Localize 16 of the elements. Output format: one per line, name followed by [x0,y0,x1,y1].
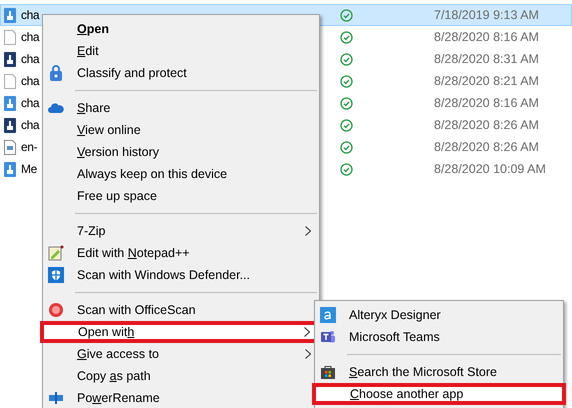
date-modified: 8/28/2020 8:16 AM [434,94,539,112]
date-modified: 8/28/2020 8:21 AM [434,72,539,90]
date-modified: 8/28/2020 10:09 AM [434,160,546,178]
date-modified: 8/28/2020 8:31 AM [434,50,539,68]
file-name: cha [21,73,40,90]
file-name: cha [21,117,40,134]
date-modified: 8/28/2020 8:26 AM [434,116,539,134]
file-name: cha [21,95,40,112]
file-name: en- [21,139,38,156]
date-modified: 7/18/2019 9:13 AM [434,6,539,24]
date-modified: 8/28/2020 8:26 AM [434,138,539,156]
date-modified: 8/28/2020 8:16 AM [434,28,539,46]
file-name: cha [21,29,40,46]
file-name: cha [21,51,40,68]
file-name: Me [21,161,38,178]
file-name: cha [21,7,40,24]
